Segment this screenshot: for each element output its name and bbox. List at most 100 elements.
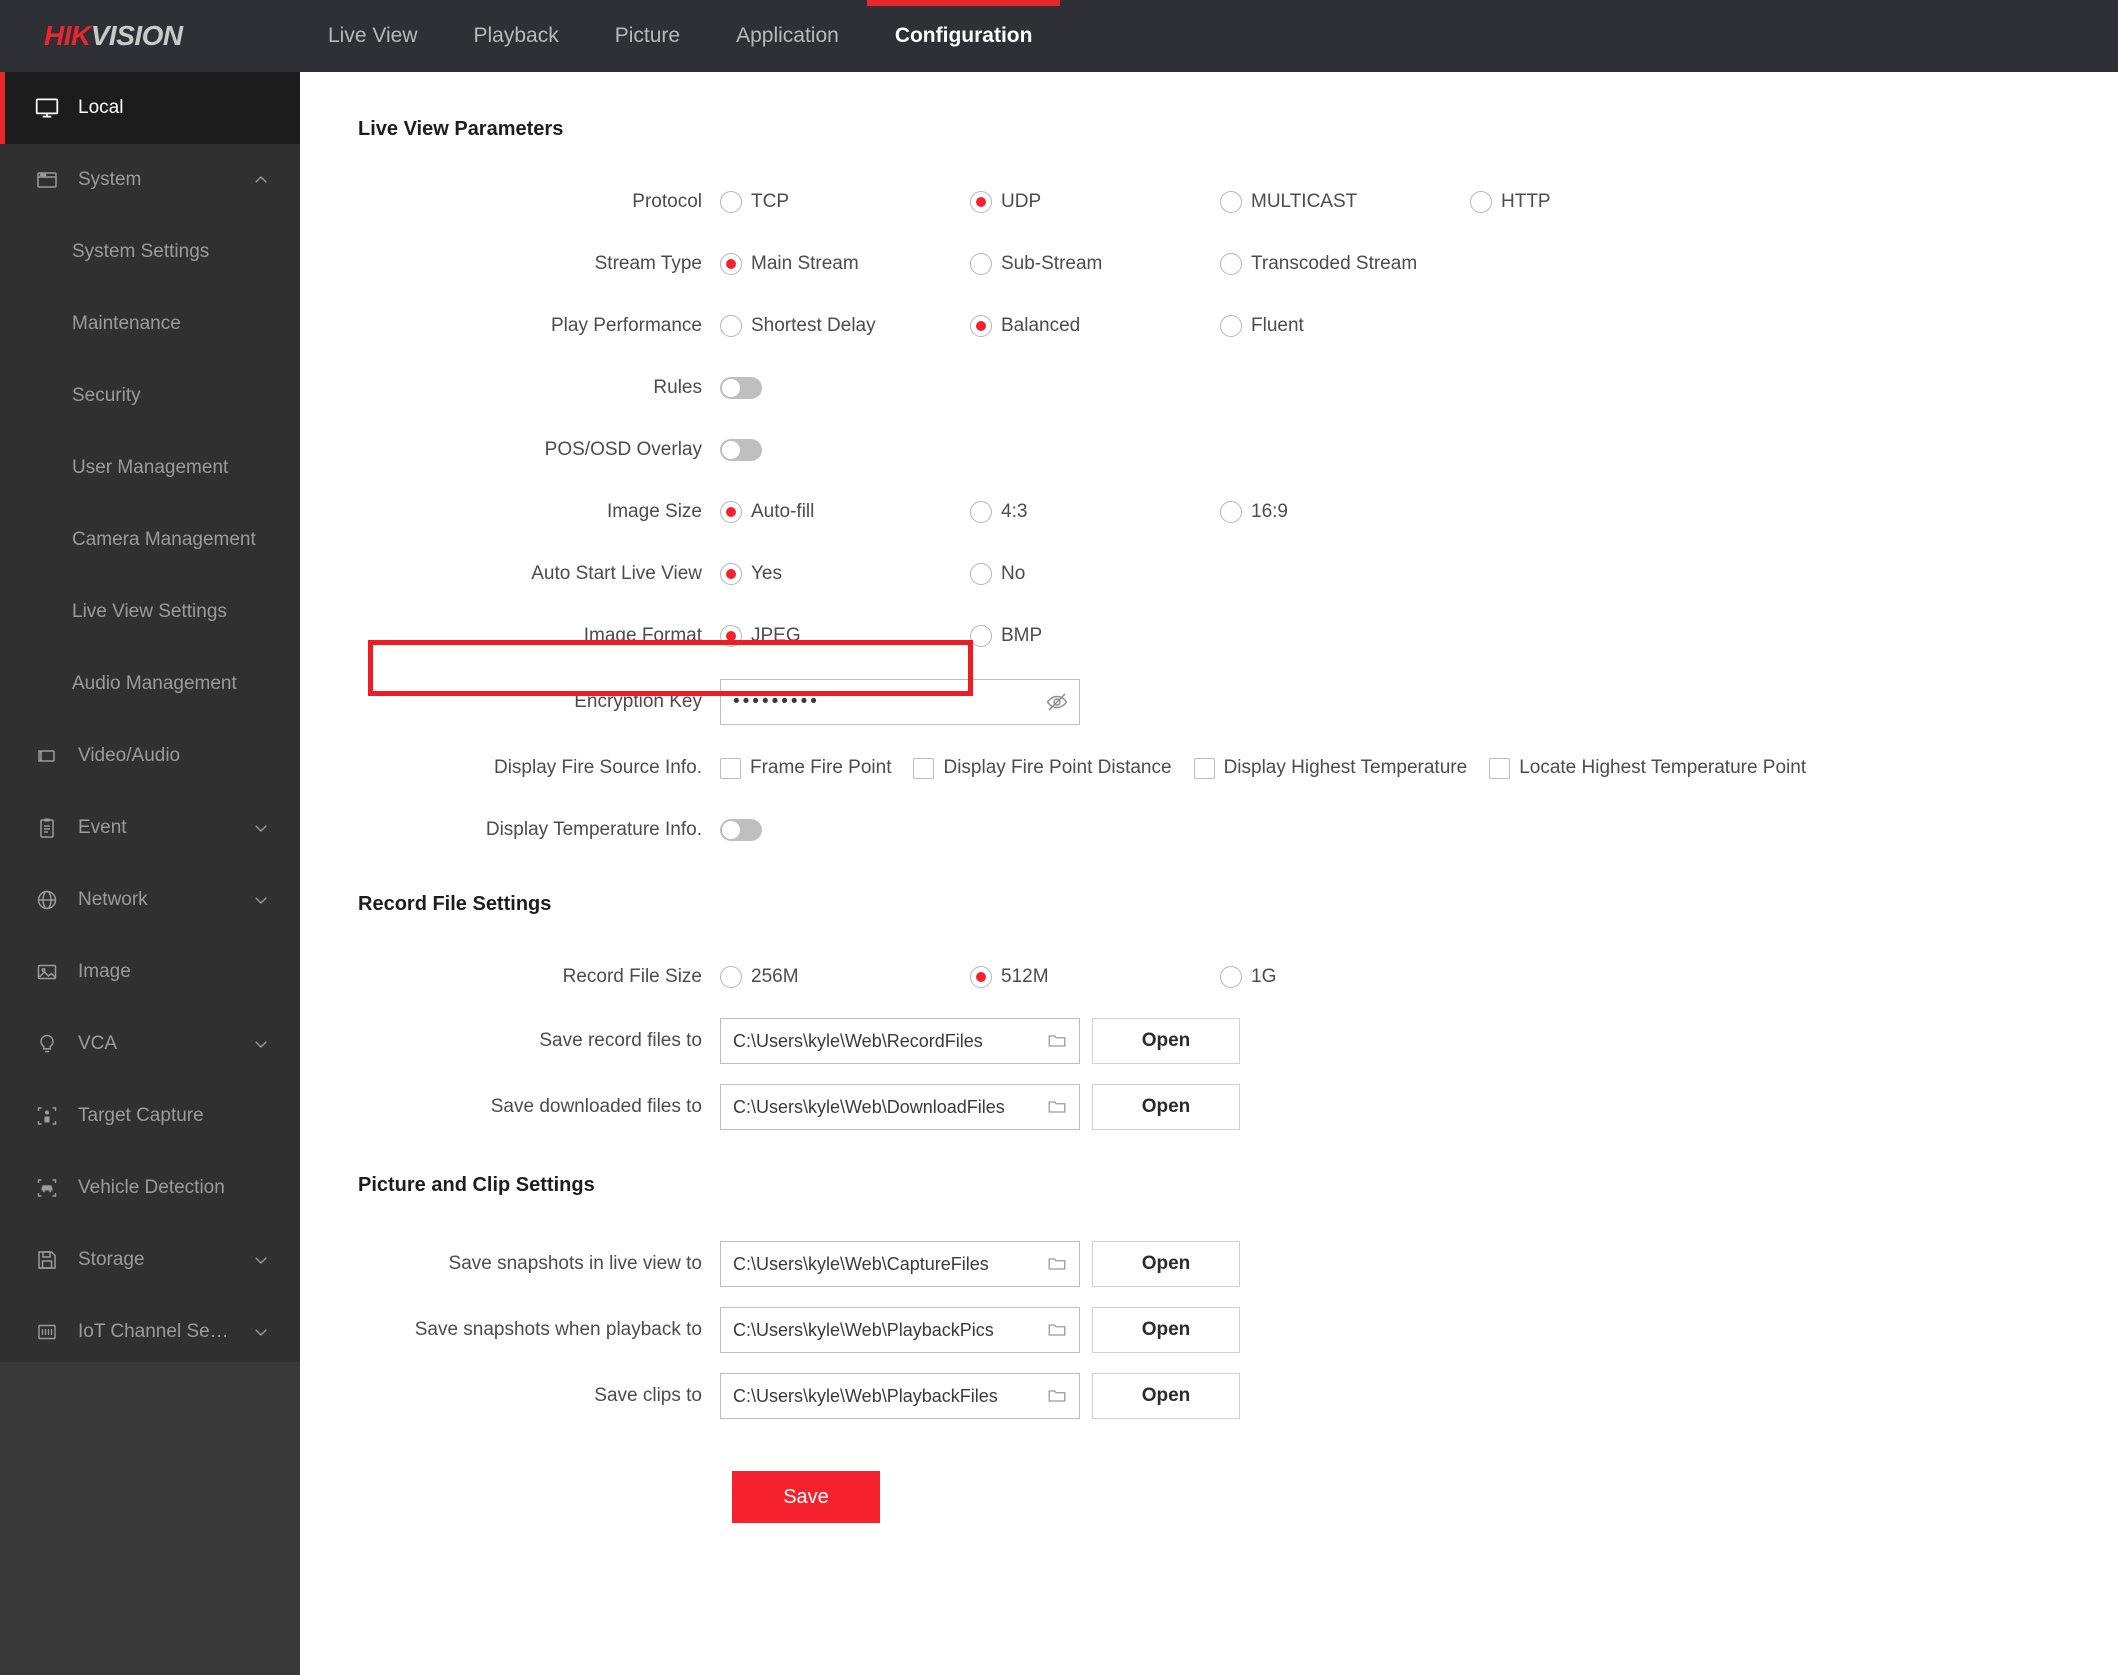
tab-configuration[interactable]: Configuration xyxy=(866,0,1061,72)
sidebar-item-local[interactable]: Local xyxy=(0,72,300,144)
chevron-down-icon[interactable] xyxy=(252,1323,270,1341)
sidebar-item-camera-management[interactable]: Camera Management xyxy=(0,504,300,576)
open-snapshots-playback-button[interactable]: Open xyxy=(1092,1307,1240,1353)
save-downloaded-files-input[interactable]: C:\Users\kyle\Web\DownloadFiles xyxy=(720,1084,1080,1130)
sidebar-item-audio-management[interactable]: Audio Management xyxy=(0,648,300,720)
save-snapshots-live-view-input[interactable]: C:\Users\kyle\Web\CaptureFiles xyxy=(720,1241,1080,1287)
radio-image-size-4-3[interactable]: 4:3 xyxy=(970,501,1220,523)
sidebar-item-image[interactable]: Image xyxy=(0,936,300,1008)
open-clips-button[interactable]: Open xyxy=(1092,1373,1240,1419)
toggle-pos-osd-overlay[interactable] xyxy=(720,439,762,461)
tab-playback[interactable]: Playback xyxy=(446,0,587,72)
row-save-snapshots-playback: Save snapshots when playback to C:\Users… xyxy=(300,1297,2118,1363)
sidebar-item-label: Audio Management xyxy=(72,673,237,694)
radio-image-format-bmp[interactable]: BMP xyxy=(970,625,1220,647)
sidebar-item-user-management[interactable]: User Management xyxy=(0,432,300,504)
sidebar-item-iot-channel-settings[interactable]: IoT Channel Se… xyxy=(0,1296,300,1362)
sidebar-scroll-area[interactable]: Local System System Settings Maintenance… xyxy=(0,72,300,1362)
open-snapshots-live-view-button[interactable]: Open xyxy=(1092,1241,1240,1287)
radio-play-balanced[interactable]: Balanced xyxy=(970,315,1220,337)
option-label: UDP xyxy=(1001,191,1042,212)
toggle-display-temperature-info[interactable] xyxy=(720,819,762,841)
sidebar-item-system-settings[interactable]: System Settings xyxy=(0,216,300,288)
label-save-snapshots-live-view: Save snapshots in live view to xyxy=(448,1253,702,1274)
radio-protocol-udp[interactable]: UDP xyxy=(970,191,1220,213)
option-label: No xyxy=(1001,563,1026,584)
sidebar-item-storage[interactable]: Storage xyxy=(0,1224,300,1296)
save-snapshots-playback-input[interactable]: C:\Users\kyle\Web\PlaybackPics xyxy=(720,1307,1080,1353)
checkbox-box xyxy=(1193,757,1215,779)
sidebar-item-video-audio[interactable]: Video/Audio xyxy=(0,720,300,792)
checkbox-frame-fire-point[interactable]: Frame Fire Point xyxy=(720,757,891,779)
save-record-files-input[interactable]: C:\Users\kyle\Web\RecordFiles xyxy=(720,1018,1080,1064)
row-record-file-size: Record File Size 256M 512M 1G xyxy=(300,946,2118,1008)
radio-auto-start-no[interactable]: No xyxy=(970,563,1220,585)
checkbox-box xyxy=(720,757,741,779)
folder-icon[interactable] xyxy=(1045,1318,1069,1342)
radio-circle xyxy=(970,315,992,337)
radio-record-size-512m[interactable]: 512M xyxy=(970,966,1220,988)
radio-circle xyxy=(970,253,992,275)
chevron-up-icon[interactable] xyxy=(252,171,270,189)
radio-circle xyxy=(720,625,742,647)
radio-image-format-jpeg[interactable]: JPEG xyxy=(720,625,970,647)
radio-record-size-256m[interactable]: 256M xyxy=(720,966,970,988)
sidebar-item-label: Event xyxy=(78,817,127,838)
toggle-rules[interactable] xyxy=(720,377,762,399)
radio-image-size-auto-fill[interactable]: Auto-fill xyxy=(720,501,970,523)
sidebar-item-live-view-settings[interactable]: Live View Settings xyxy=(0,576,300,648)
row-protocol: Protocol TCP UDP MULTICAST HTTP xyxy=(300,171,2118,233)
radio-stream-main[interactable]: Main Stream xyxy=(720,253,970,275)
option-label: BMP xyxy=(1001,625,1043,646)
folder-icon[interactable] xyxy=(1045,1384,1069,1408)
checkbox-display-highest-temperature[interactable]: Display Highest Temperature xyxy=(1193,757,1468,779)
radio-circle xyxy=(970,625,992,647)
radio-play-fluent[interactable]: Fluent xyxy=(1220,315,1470,337)
eye-off-icon[interactable] xyxy=(1045,690,1069,714)
sidebar-item-label: User Management xyxy=(72,457,229,478)
tab-live-view[interactable]: Live View xyxy=(300,0,446,72)
car-frame-icon xyxy=(30,1171,64,1205)
folder-icon[interactable] xyxy=(1045,1252,1069,1276)
radio-protocol-tcp[interactable]: TCP xyxy=(720,191,970,213)
radio-protocol-http[interactable]: HTTP xyxy=(1470,191,1551,213)
save-button[interactable]: Save xyxy=(732,1471,880,1523)
tab-picture[interactable]: Picture xyxy=(587,0,708,72)
save-clips-input[interactable]: C:\Users\kyle\Web\PlaybackFiles xyxy=(720,1373,1080,1419)
sidebar-item-vca[interactable]: VCA xyxy=(0,1008,300,1080)
sidebar-item-system[interactable]: System xyxy=(0,144,300,216)
radio-play-shortest-delay[interactable]: Shortest Delay xyxy=(720,315,970,337)
label-image-format: Image Format xyxy=(583,625,702,646)
row-encryption-key: Encryption Key ••••••••• xyxy=(300,667,2118,737)
sidebar-item-maintenance[interactable]: Maintenance xyxy=(0,288,300,360)
open-downloaded-files-button[interactable]: Open xyxy=(1092,1084,1240,1130)
chevron-down-icon[interactable] xyxy=(252,1251,270,1269)
folder-icon[interactable] xyxy=(1045,1095,1069,1119)
sidebar-item-target-capture[interactable]: Target Capture xyxy=(0,1080,300,1152)
tab-application[interactable]: Application xyxy=(708,0,867,72)
open-record-files-button[interactable]: Open xyxy=(1092,1018,1240,1064)
radio-record-size-1g[interactable]: 1G xyxy=(1220,966,1470,988)
radio-stream-sub[interactable]: Sub-Stream xyxy=(970,253,1220,275)
radio-stream-transcoded[interactable]: Transcoded Stream xyxy=(1220,253,1470,275)
checkbox-locate-highest-temperature-point[interactable]: Locate Highest Temperature Point xyxy=(1489,757,1806,779)
label-rules: Rules xyxy=(653,377,702,398)
radio-protocol-multicast[interactable]: MULTICAST xyxy=(1220,191,1470,213)
option-label: Display Highest Temperature xyxy=(1223,757,1468,778)
sidebar-item-network[interactable]: Network xyxy=(0,864,300,936)
sidebar-item-vehicle-detection[interactable]: Vehicle Detection xyxy=(0,1152,300,1224)
logo-hik: HIK xyxy=(44,20,91,51)
radio-auto-start-yes[interactable]: Yes xyxy=(720,563,970,585)
folder-icon[interactable] xyxy=(1045,1029,1069,1053)
option-label: TCP xyxy=(751,191,789,212)
encryption-key-input[interactable]: ••••••••• xyxy=(720,679,1080,725)
sidebar-item-event[interactable]: Event xyxy=(0,792,300,864)
radio-image-size-16-9[interactable]: 16:9 xyxy=(1220,501,1470,523)
radio-circle xyxy=(720,191,742,213)
chevron-down-icon[interactable] xyxy=(252,891,270,909)
row-save-clips-to: Save clips to C:\Users\kyle\Web\Playback… xyxy=(300,1363,2118,1429)
chevron-down-icon[interactable] xyxy=(252,1035,270,1053)
chevron-down-icon[interactable] xyxy=(252,819,270,837)
sidebar-item-security[interactable]: Security xyxy=(0,360,300,432)
checkbox-display-fire-point-distance[interactable]: Display Fire Point Distance xyxy=(913,757,1172,779)
